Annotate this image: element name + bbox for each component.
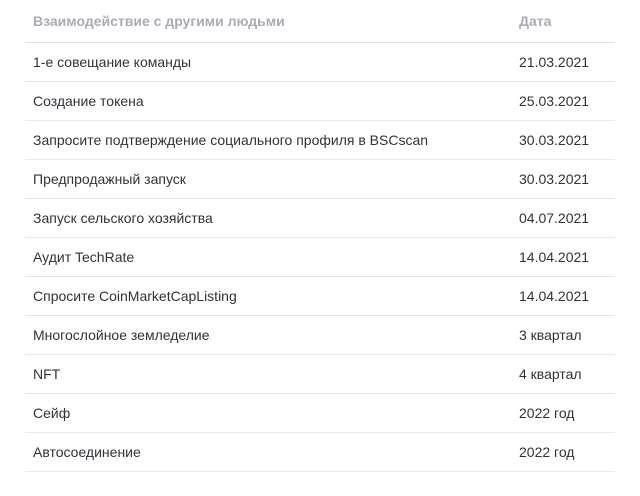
roadmap-table: Взаимодействие с другими людьми Дата 1-е… <box>25 0 615 472</box>
table-row: Аудит TechRate 14.04.2021 <box>25 237 615 277</box>
date-cell: 4 квартал <box>511 354 615 394</box>
interaction-cell: Создание токена <box>25 81 511 121</box>
date-cell: 2022 год <box>511 432 615 472</box>
table-row: 1-е совещание команды 21.03.2021 <box>25 42 615 82</box>
date-cell: 30.03.2021 <box>511 120 615 160</box>
column-header-date: Дата <box>511 0 615 43</box>
table-body: 1-е совещание команды 21.03.2021 Создани… <box>25 42 615 472</box>
date-cell: 04.07.2021 <box>511 198 615 238</box>
interaction-cell: Автосоединение <box>25 432 511 472</box>
interaction-cell: NFT <box>25 354 511 394</box>
table-row: Автосоединение 2022 год <box>25 432 615 472</box>
table-row: NFT 4 квартал <box>25 354 615 394</box>
table-header: Взаимодействие с другими людьми Дата <box>25 0 615 43</box>
table-row: Сейф 2022 год <box>25 393 615 433</box>
interaction-cell: Запуск сельского хозяйства <box>25 198 511 238</box>
table-row: Многослойное земледелие 3 квартал <box>25 315 615 355</box>
interaction-cell: Спросите CoinMarketCapListing <box>25 276 511 316</box>
interaction-cell: 1-е совещание команды <box>25 42 511 82</box>
date-cell: 3 квартал <box>511 315 615 355</box>
interaction-cell: Предпродажный запуск <box>25 159 511 199</box>
date-cell: 30.03.2021 <box>511 159 615 199</box>
date-cell: 14.04.2021 <box>511 237 615 277</box>
interaction-cell: Аудит TechRate <box>25 237 511 277</box>
interaction-cell: Многослойное земледелие <box>25 315 511 355</box>
date-cell: 21.03.2021 <box>511 42 615 82</box>
date-cell: 25.03.2021 <box>511 81 615 121</box>
table-row: Спросите CoinMarketCapListing 14.04.2021 <box>25 276 615 316</box>
interaction-cell: Запросите подтверждение социального проф… <box>25 120 511 160</box>
page: Взаимодействие с другими людьми Дата 1-е… <box>0 0 640 496</box>
date-cell: 2022 год <box>511 393 615 433</box>
table-row: Создание токена 25.03.2021 <box>25 81 615 121</box>
table-row: Запуск сельского хозяйства 04.07.2021 <box>25 198 615 238</box>
date-cell: 14.04.2021 <box>511 276 615 316</box>
table-row: Запросите подтверждение социального проф… <box>25 120 615 160</box>
table-header-row: Взаимодействие с другими людьми Дата <box>25 0 615 43</box>
table-row: Предпродажный запуск 30.03.2021 <box>25 159 615 199</box>
interaction-cell: Сейф <box>25 393 511 433</box>
column-header-interaction: Взаимодействие с другими людьми <box>25 0 511 43</box>
